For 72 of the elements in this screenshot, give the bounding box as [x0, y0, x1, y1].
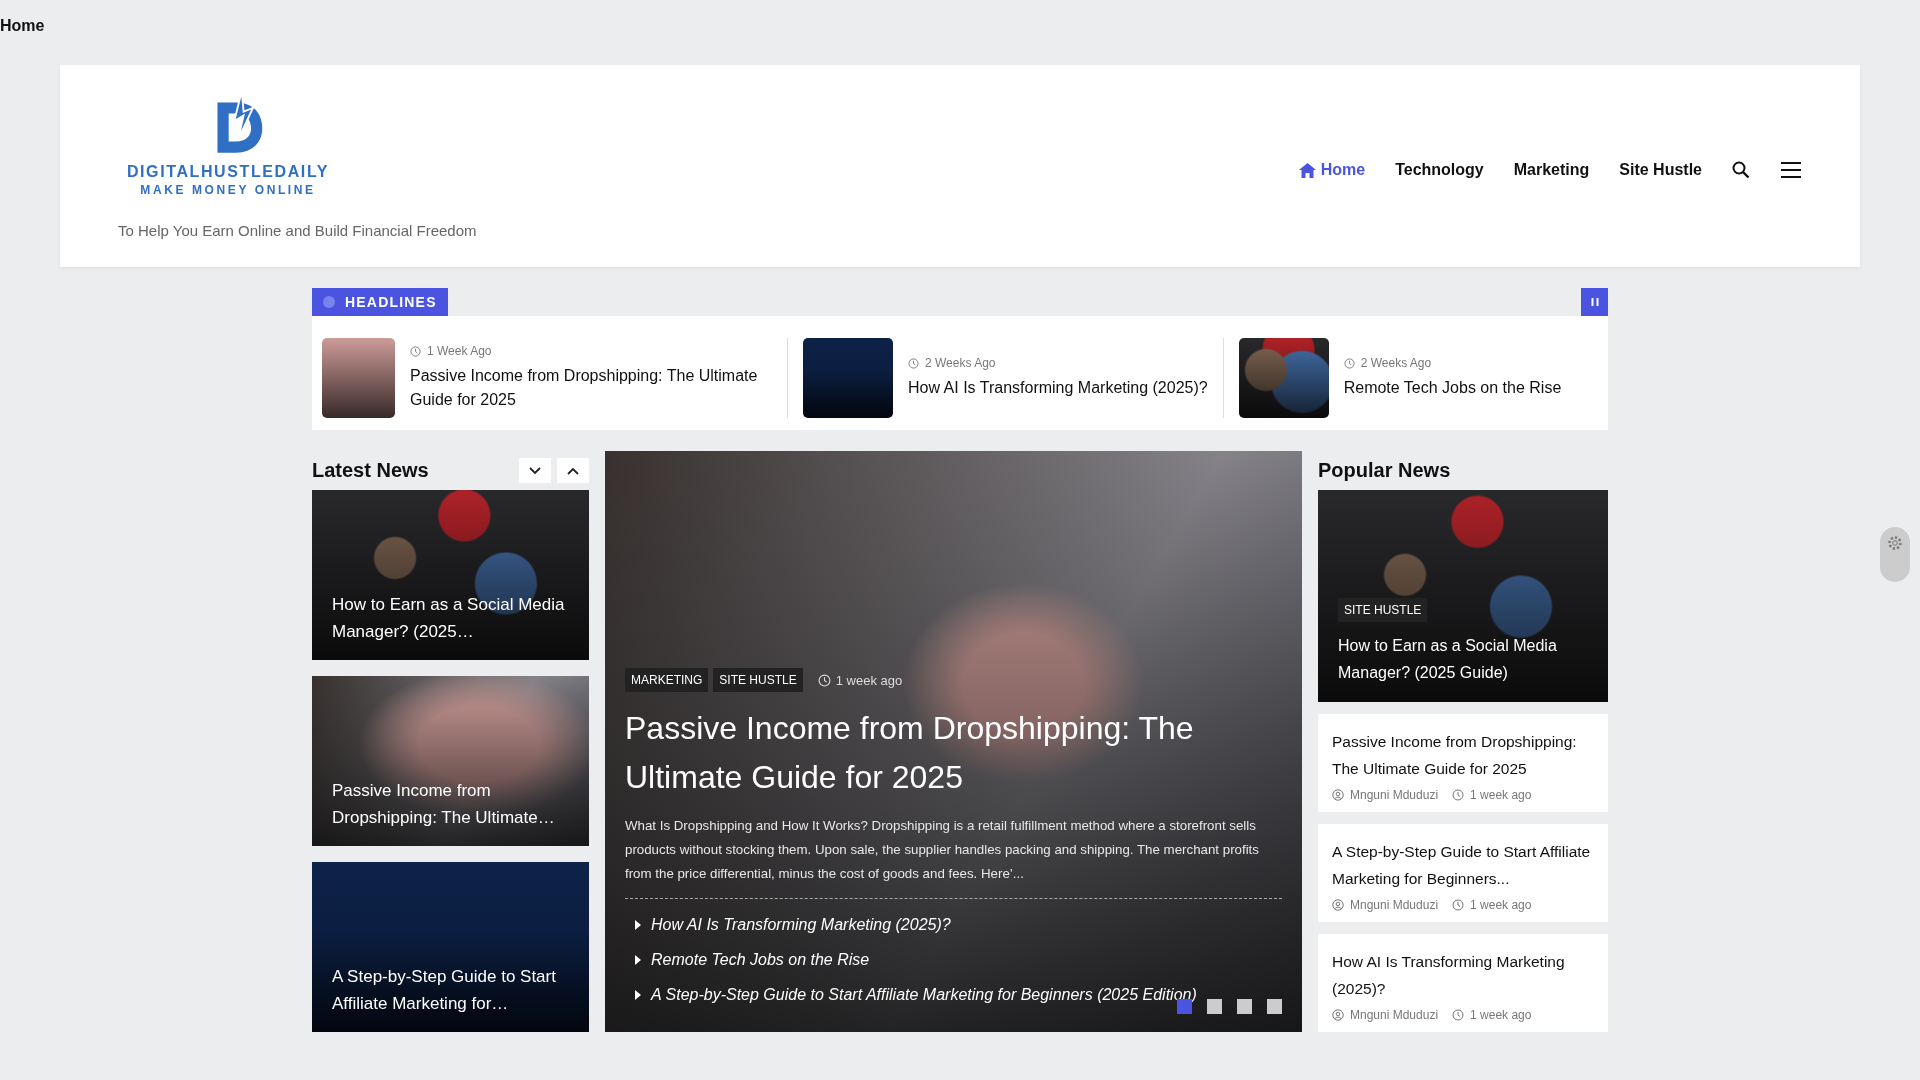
related-link[interactable]: How AI Is Transforming Marketing (2025)?: [651, 915, 951, 934]
news-card[interactable]: SITE HUSTLE How to Earn as a Social Media Manager? (2025 Guide): [1318, 490, 1608, 702]
headline-link[interactable]: Remote Tech Jobs on the Rise: [1343, 376, 1562, 400]
post-author[interactable]: Mnguni Mduduzi: [1350, 898, 1439, 912]
chevron-down-icon: [529, 466, 541, 475]
related-link[interactable]: A Step-by-Step Guide to Start Affiliate Marketing for Beginners (2025 Edition): [651, 985, 1197, 1004]
menu-icon[interactable]: [1780, 161, 1802, 179]
news-card[interactable]: How AI Is Transforming Marketing (2025)? Mnguni Mduduzi 1 week ago: [1318, 934, 1608, 1032]
news-card[interactable]: Passive Income from Dropshipping: The Ultimate Guide for 2025 Mnguni Mduduzi 1 week ago: [1318, 714, 1608, 812]
clock-icon: [1343, 357, 1355, 369]
scroll-up-button[interactable]: [557, 458, 589, 483]
home-icon: [1298, 162, 1316, 178]
news-title[interactable]: How AI Is Transforming Marketing (2025)?: [1332, 948, 1594, 1002]
headline-link[interactable]: Passive Income from Dropshipping: The Ultimate Guide for 2025: [410, 364, 772, 412]
news-card[interactable]: Passive Income from Dropshipping: The Ultimate…: [312, 676, 589, 846]
post-time: 1 week ago: [1470, 788, 1532, 802]
logo-tagline: MAKE MONEY ONLINE: [140, 183, 316, 197]
user-icon: [1332, 789, 1344, 801]
section-title: Latest News: [312, 459, 429, 482]
photo-placeholder[interactable]: [322, 338, 395, 418]
post-time: 1 week ago: [1470, 1008, 1532, 1022]
news-title[interactable]: A Step-by-Step Guide to Start Affiliate Marketing for Beginners...: [1332, 838, 1594, 892]
post-time: 2 Weeks Ago: [925, 356, 996, 370]
headline-link[interactable]: How AI Is Transforming Marketing (2025)?: [908, 376, 1208, 400]
news-card[interactable]: A Step-by-Step Guide to Start Affiliate Marketing for…: [312, 862, 589, 1032]
post-time: 1 week ago: [1470, 898, 1532, 912]
featured-title[interactable]: Passive Income from Dropshipping: The Ultimate Guide for 2025: [625, 704, 1282, 802]
post-time: 1 week ago: [835, 672, 903, 688]
clock-icon: [1452, 789, 1465, 801]
site-description: To Help You Earn Online and Build Financial Freedom: [118, 222, 477, 239]
pause-icon: [1590, 297, 1599, 307]
post-author[interactable]: Mnguni Mduduzi: [1350, 788, 1439, 802]
nav-link[interactable]: Marketing: [1513, 161, 1590, 179]
nav-link[interactable]: Home: [1298, 161, 1366, 179]
post-time: 1 Week Ago: [427, 344, 492, 358]
nav-link[interactable]: Technology: [1395, 161, 1484, 179]
gear-icon: [1887, 535, 1903, 551]
breadcrumb[interactable]: Home: [0, 0, 45, 47]
headlines-label: HEADLINES: [312, 288, 448, 316]
clock-icon: [1452, 1009, 1465, 1021]
post-author[interactable]: Mnguni Mduduzi: [1350, 1008, 1439, 1022]
caret-icon: [635, 954, 641, 965]
settings-toggle[interactable]: [1880, 527, 1910, 582]
user-icon: [1332, 899, 1344, 911]
photo-placeholder[interactable]: [1238, 338, 1329, 418]
section-title: Popular News: [1318, 458, 1452, 483]
nav-link[interactable]: Site Hustle: [1619, 161, 1702, 179]
user-icon: [1332, 1009, 1344, 1021]
caret-icon: [635, 989, 641, 1000]
category-tag[interactable]: SITE HUSTLE: [713, 668, 803, 692]
related-link[interactable]: Remote Tech Jobs on the Rise: [651, 950, 870, 969]
post-time: 2 Weeks Ago: [1360, 356, 1432, 370]
clock-icon: [817, 673, 831, 687]
news-title[interactable]: How to Earn as a Social Media Manager? (2025 Guide): [1338, 632, 1588, 686]
news-title[interactable]: Passive Income from Dropshipping: The Ultimate Guide for 2025: [1332, 728, 1594, 782]
featured-excerpt: What Is Dropshipping and How It Works? Dropshipping is a retail fulfillment method where a storefront sells products without stocking them. Upon sale, the supplier handles packing and shipping. The merchant profits from the price differential, minus the cost of goods and fees. Here’...: [625, 817, 1260, 883]
pause-button[interactable]: [1581, 288, 1608, 316]
news-title[interactable]: A Step-by-Step Guide to Start Affiliate Marketing for…: [332, 963, 569, 1017]
news-title[interactable]: Passive Income from Dropshipping: The Ultimate…: [332, 777, 569, 831]
scroll-down-button[interactable]: [519, 458, 551, 483]
news-title[interactable]: How to Earn as a Social Media Manager? (2025…: [332, 591, 569, 645]
clock-icon: [410, 345, 421, 357]
chevron-up-icon: [567, 466, 579, 475]
clock-icon: [908, 357, 919, 369]
clock-icon: [1452, 899, 1465, 911]
logo-name[interactable]: DIGITALHUSTLEDAILY: [126, 163, 330, 181]
news-card[interactable]: How to Earn as a Social Media Manager? (2025…: [312, 490, 589, 660]
category-tag[interactable]: SITE HUSTLE: [1338, 598, 1428, 622]
caret-icon: [635, 919, 641, 930]
category-tag[interactable]: MARKETING: [625, 668, 709, 692]
search-icon[interactable]: [1732, 161, 1750, 179]
news-card[interactable]: A Step-by-Step Guide to Start Affiliate Marketing for Beginners... Mnguni Mduduzi 1 week ago: [1318, 824, 1608, 922]
